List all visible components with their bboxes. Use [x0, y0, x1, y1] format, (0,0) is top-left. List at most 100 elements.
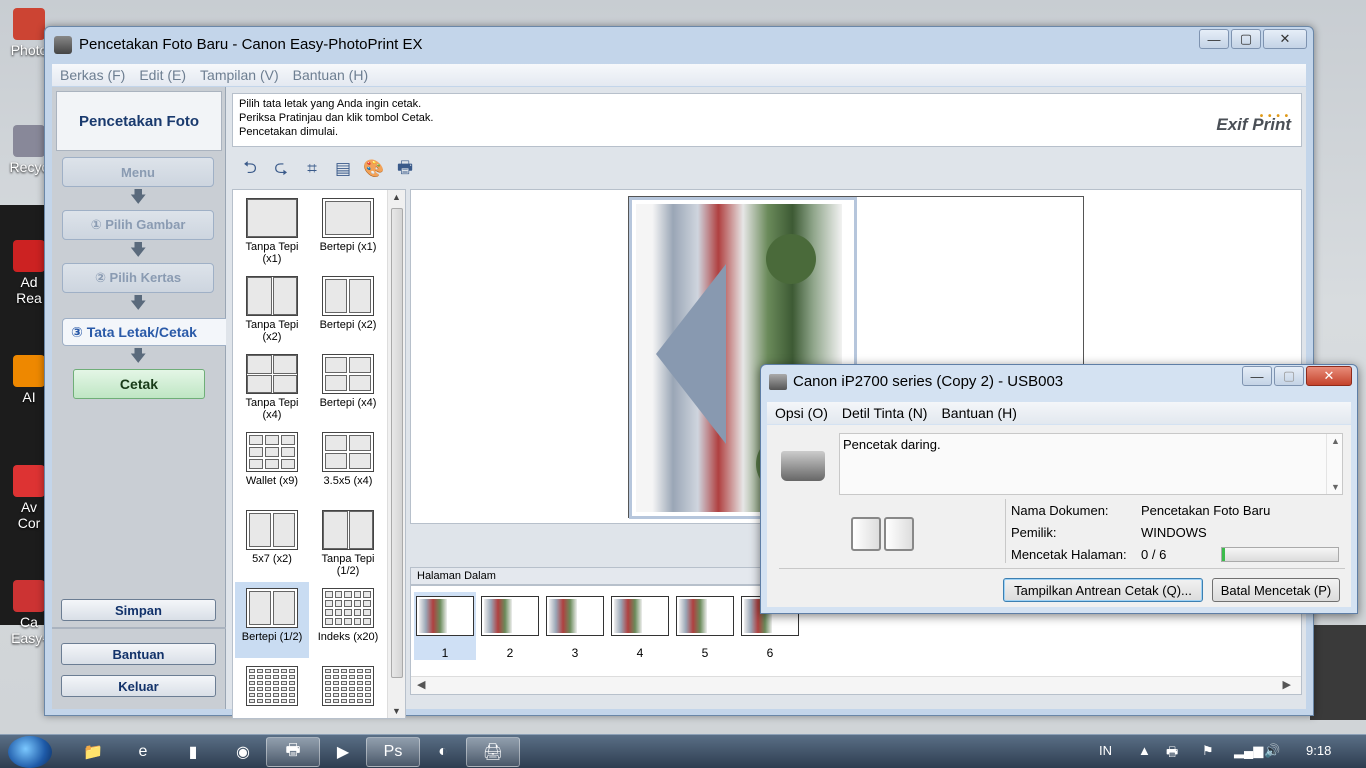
ie-icon[interactable]: e — [116, 737, 170, 767]
layout-scrollbar[interactable]: ▲ ▼ — [387, 190, 405, 718]
layout-option[interactable]: Indeks (x20) — [311, 582, 385, 658]
dialog-body: Pencetak daring. ▲ ▼ Nama Dokumen: Penceta… — [767, 425, 1351, 607]
language-indicator[interactable]: IN — [1099, 743, 1112, 758]
layout-option[interactable]: 5x7 (x2) — [235, 504, 309, 580]
layout-option[interactable]: Tanpa Tepi (x2) — [235, 270, 309, 346]
show-hidden-icons-icon[interactable]: ▲ — [1138, 743, 1151, 758]
panel-title: Pencetakan Foto — [56, 91, 222, 151]
menu-ink-details[interactable]: Detil Tinta (N) — [842, 405, 928, 421]
owner-row: Pemilik: WINDOWS — [1011, 525, 1207, 540]
photoshop-icon[interactable]: Ps — [366, 737, 420, 767]
print-button[interactable]: Cetak — [73, 369, 205, 399]
layout-label: Tanpa Tepi (x1) — [245, 241, 299, 265]
menu-help[interactable]: Bantuan (H) — [941, 405, 1016, 421]
layout-thumbnail-icon — [322, 198, 374, 238]
menu-edit[interactable]: Edit (E) — [139, 67, 186, 83]
page-thumbnail[interactable]: 2 — [479, 592, 541, 660]
page-thumbnail[interactable]: 4 — [609, 592, 671, 660]
print-settings-icon[interactable]: 🖶 — [393, 157, 417, 181]
layout-label: Indeks (x20) — [317, 631, 379, 643]
layout-option[interactable]: Bertepi (1/2) — [235, 582, 309, 658]
save-button[interactable]: Simpan — [61, 599, 216, 621]
date-icon[interactable]: ▤ — [331, 157, 355, 181]
layout-option[interactable]: Bertepi (x1) — [311, 192, 385, 268]
rotate-right-icon[interactable]: ⮎ — [269, 157, 293, 181]
printer-icon — [769, 374, 787, 390]
layout-label: Bertepi (x1) — [319, 241, 377, 253]
app-icon[interactable]: ▮ — [166, 737, 220, 767]
ink-cartridge-icon — [851, 517, 914, 551]
arrow-down-icon: 🡇 — [130, 295, 147, 312]
easyphotoprint-icon[interactable]: 🖨 — [466, 737, 520, 767]
layout-list: Tanpa Tepi (x1) Bertepi (x1) Tanpa Tepi (x… — [232, 189, 406, 719]
desktop-right-area — [1310, 625, 1366, 720]
status-message-box: Pencetak daring. ▲ ▼ — [839, 433, 1343, 495]
cancel-printing-button[interactable]: Batal Mencetak (P) — [1212, 578, 1340, 602]
start-button[interactable] — [8, 736, 52, 768]
layout-option[interactable]: Tanpa Tepi (x4) — [235, 348, 309, 424]
menu-file[interactable]: Berkas (F) — [60, 67, 125, 83]
exit-button[interactable]: Keluar — [61, 675, 216, 697]
layout-thumbnail-icon — [246, 354, 298, 394]
layout-thumbnail-icon — [246, 666, 298, 706]
correction-icon[interactable]: 🎨 — [362, 157, 386, 181]
arrow-down-icon: 🡇 — [130, 189, 147, 206]
minimize-button[interactable]: — — [1199, 29, 1229, 49]
pages-scrollbar[interactable]: ◀ ▶ — [411, 676, 1301, 694]
instruction-line: Pencetakan dimulai. — [239, 126, 339, 138]
divider — [1005, 499, 1006, 563]
step-layout-print[interactable]: ③ Tata Letak/Cetak — [62, 318, 226, 346]
layout-option[interactable]: 3.5x5 (x4) — [311, 426, 385, 502]
media-icon[interactable]: ▶ — [316, 737, 370, 767]
menu-view[interactable]: Tampilan (V) — [200, 67, 279, 83]
step-select-paper[interactable]: ② Pilih Kertas — [62, 263, 214, 293]
maximize-button[interactable]: ▢ — [1231, 29, 1261, 49]
help-button[interactable]: Bantuan — [61, 643, 216, 665]
menu-help[interactable]: Bantuan (H) — [293, 67, 368, 83]
firefox-icon[interactable]: ◐ — [416, 737, 470, 767]
printer-app-icon[interactable]: 🖶 — [266, 737, 320, 767]
explorer-icon[interactable]: 📁 — [66, 737, 120, 767]
layout-option[interactable] — [311, 660, 385, 718]
close-button[interactable]: ✕ — [1306, 366, 1352, 386]
printer-icon — [781, 451, 825, 481]
dialog-title: Canon iP2700 series (Copy 2) - USB003 — [793, 373, 1064, 390]
step-select-image[interactable]: ① Pilih Gambar — [62, 210, 214, 240]
layout-label: Wallet (x9) — [245, 475, 299, 487]
layout-option[interactable]: Tanpa Tepi (x1) — [235, 192, 309, 268]
layout-thumbnail-icon — [246, 432, 298, 472]
crop-icon[interactable]: ⌗ — [300, 157, 324, 181]
page-thumbnail[interactable]: 3 — [544, 592, 606, 660]
page-thumbnail[interactable]: 5 — [674, 592, 736, 660]
print-progress-bar — [1221, 547, 1339, 562]
page-thumbnail[interactable]: 1 — [414, 592, 476, 660]
instruction-line: Pilih tata letak yang Anda ingin cetak. — [239, 98, 422, 110]
chrome-icon[interactable]: ◉ — [216, 737, 270, 767]
layout-thumbnail-icon — [246, 588, 298, 628]
layout-option[interactable] — [235, 660, 309, 718]
signal-icon[interactable]: ▂▄▆ — [1234, 743, 1263, 759]
step-menu[interactable]: Menu — [62, 157, 214, 187]
rotate-left-icon[interactable]: ⮌ — [238, 157, 262, 181]
printer-tray-icon[interactable]: 🖶 — [1166, 743, 1178, 765]
volume-icon[interactable]: 🔊 — [1264, 743, 1280, 759]
layout-label: Tanpa Tepi (x2) — [245, 319, 299, 343]
maximize-button[interactable]: ▢ — [1274, 366, 1304, 386]
layout-option[interactable]: Tanpa Tepi (1/2) — [311, 504, 385, 580]
minimize-button[interactable]: — — [1242, 366, 1272, 386]
scroll-thumb[interactable] — [391, 208, 403, 678]
close-button[interactable]: ✕ — [1263, 29, 1307, 49]
show-print-queue-button[interactable]: Tampilkan Antrean Cetak (Q)... — [1003, 578, 1203, 602]
clock[interactable]: 9:18 — [1306, 743, 1331, 758]
layout-label: Bertepi (1/2) — [241, 631, 303, 643]
layout-option[interactable]: Wallet (x9) — [235, 426, 309, 502]
layout-option[interactable]: Bertepi (x2) — [311, 270, 385, 346]
menu-options[interactable]: Opsi (O) — [775, 405, 828, 421]
layout-option[interactable]: Bertepi (x4) — [311, 348, 385, 424]
instructions-panel: Pilih tata letak yang Anda ingin cetak. … — [232, 93, 1302, 147]
layout-label: 5x7 (x2) — [252, 553, 292, 565]
network-icon[interactable]: ⚑ — [1202, 743, 1214, 759]
status-scrollbar[interactable]: ▲ ▼ — [1326, 434, 1342, 494]
left-panel: Pencetakan Foto Menu 🡇 ① Pilih Gambar 🡇 … — [52, 87, 226, 709]
layout-thumbnail-icon — [322, 510, 374, 550]
